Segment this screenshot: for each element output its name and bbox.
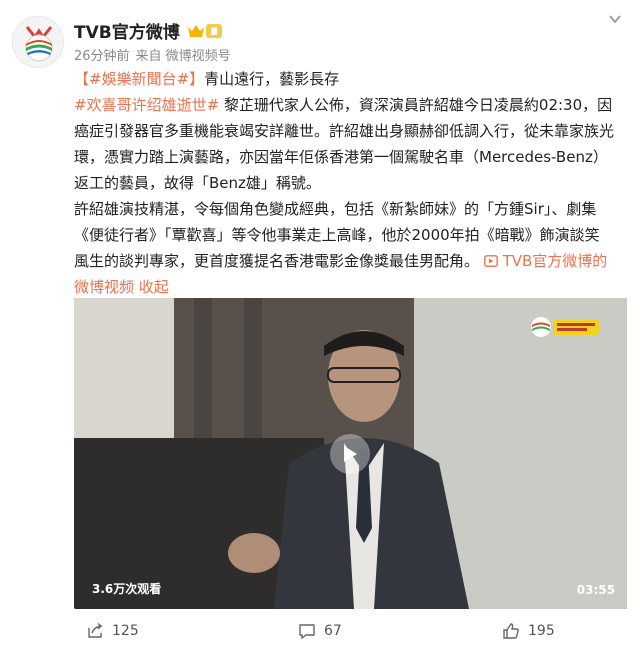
post-body: 【#娛樂新聞台#】青山遠行，藝影長存 #欢喜哥许绍雄逝世# 黎芷珊代家人公佈，資…	[74, 66, 624, 300]
action-bar: 125 67 195	[0, 622, 640, 652]
post-header: TVB官方微博 26分钟前 来自 微博视频号	[12, 12, 612, 68]
author-row: TVB官方微博	[74, 18, 224, 43]
play-button[interactable]	[330, 434, 370, 474]
paragraph-1-text-c: 環，憑實力踏上演藝路，亦因當年佢係香港第一個駕駛名車（Mercedes-Benz…	[74, 148, 608, 166]
comment-icon	[299, 624, 315, 640]
paragraph-1-text-a: 黎芷珊代家人公佈，資深演員許紹雄今日凌晨約02:30，因	[219, 96, 613, 114]
share-button[interactable]: 125	[86, 622, 139, 640]
video-link[interactable]: TVB官方微博的	[483, 252, 608, 270]
video-link-text: TVB官方微博的	[502, 252, 608, 270]
thumbs-up-icon	[503, 623, 519, 639]
post-time: 26分钟前	[74, 49, 130, 64]
paragraph-2-text-a: 許紹雄演技精湛，令每個角色變成經典，包括《新紮師妹》的「方鍾Sir」、劇集	[74, 200, 597, 218]
avatar[interactable]	[12, 16, 64, 68]
headline: 青山遠行，藝影長存	[204, 70, 340, 88]
hashtag-topic[interactable]: #欢喜哥许绍雄逝世#	[74, 96, 219, 114]
video-player[interactable]: 3.6万次观看 03:55	[74, 298, 627, 609]
video-link-icon	[483, 255, 498, 267]
video-duration: 03:55	[576, 583, 615, 597]
channel-watermark-icon	[529, 314, 601, 340]
post-source[interactable]: 来自 微博视频号	[136, 45, 231, 64]
hashtag-entertainment[interactable]: 【#娛樂新聞台#】	[74, 70, 204, 88]
paragraph-2: 許紹雄演技精湛，令每個角色變成經典，包括《新紮師妹》的「方鍾Sir」、劇集 《便…	[74, 196, 624, 300]
paragraph-2-text-b: 《便徒行者》「覃歡喜」等令他事業走上高峰，他於2000年拍《暗戰》飾演談笑	[74, 226, 600, 244]
paragraph-1-text-b: 癌症引發器官多重機能衰竭安詳離世。許紹雄出身顯赫卻低調入行，從未靠家族光	[74, 122, 615, 140]
play-icon	[344, 446, 357, 462]
author-name[interactable]: TVB官方微博	[74, 18, 180, 43]
paragraph-1-text-d: 返工的藝員，故得「Benz雄」稱號。	[74, 174, 321, 192]
comment-button[interactable]: 67	[298, 622, 342, 640]
share-icon	[88, 622, 103, 638]
chevron-down-icon[interactable]	[608, 12, 622, 26]
video-link-text-2[interactable]: 微博视频	[74, 278, 134, 296]
collapse-button[interactable]: 收起	[139, 278, 169, 296]
paragraph-2-text-c: 風生的談判專家，更首度獲提名香港電影金像獎最佳男配角。	[74, 252, 480, 270]
video-views: 3.6万次观看	[92, 582, 162, 596]
like-button[interactable]: 195	[502, 622, 555, 640]
comment-count: 67	[324, 623, 342, 639]
tvb-logo-icon	[13, 17, 63, 67]
paragraph-1: #欢喜哥许绍雄逝世# 黎芷珊代家人公佈，資深演員許紹雄今日凌晨約02:30，因 …	[74, 92, 624, 196]
share-count: 125	[112, 623, 139, 639]
post-title-line: 【#娛樂新聞台#】青山遠行，藝影長存	[74, 66, 624, 92]
like-count: 195	[528, 623, 555, 639]
vip-badge-icon	[186, 22, 224, 40]
post-meta: 26分钟前 来自 微博视频号	[74, 45, 231, 64]
